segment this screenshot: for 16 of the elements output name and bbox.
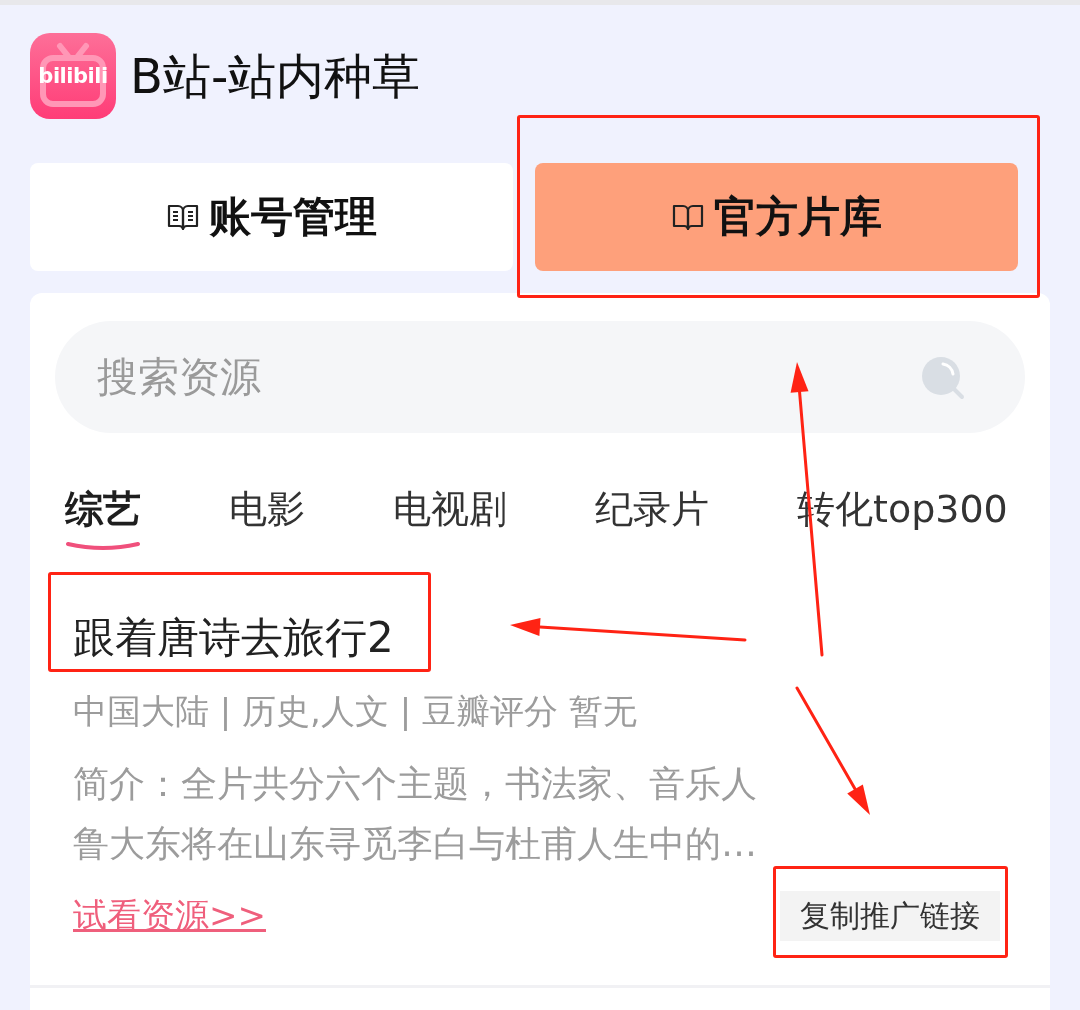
tab[interactable]: 官方片库 <box>535 163 1018 271</box>
category-tab[interactable]: 纪录片 <box>595 486 709 532</box>
item-meta: 中国大陆 | 历史,人文 | 豆瓣评分 暂无 <box>73 690 638 733</box>
category-tab[interactable]: 电影 <box>229 486 305 532</box>
copy-link-button[interactable]: 复制推广链接 <box>780 891 1000 941</box>
book-icon <box>671 203 704 231</box>
tab[interactable]: 账号管理 <box>30 163 513 271</box>
search-icon[interactable] <box>921 356 965 400</box>
category-tab[interactable]: 综艺 <box>65 486 141 551</box>
item-description: 简介：全片共分六个主题，书法家、音乐人鲁大东将在山东寻觅李白与杜甫人生中的… <box>73 762 758 866</box>
app-logo: bilibili <box>30 33 116 119</box>
category-tab[interactable]: 电视剧 <box>393 486 507 532</box>
book-icon <box>166 203 199 231</box>
app-title: B站-站内种草 <box>130 48 421 104</box>
item-title: 跟着唐诗去旅行2 <box>73 613 394 663</box>
search-field[interactable]: 搜索资源 <box>55 321 1025 433</box>
